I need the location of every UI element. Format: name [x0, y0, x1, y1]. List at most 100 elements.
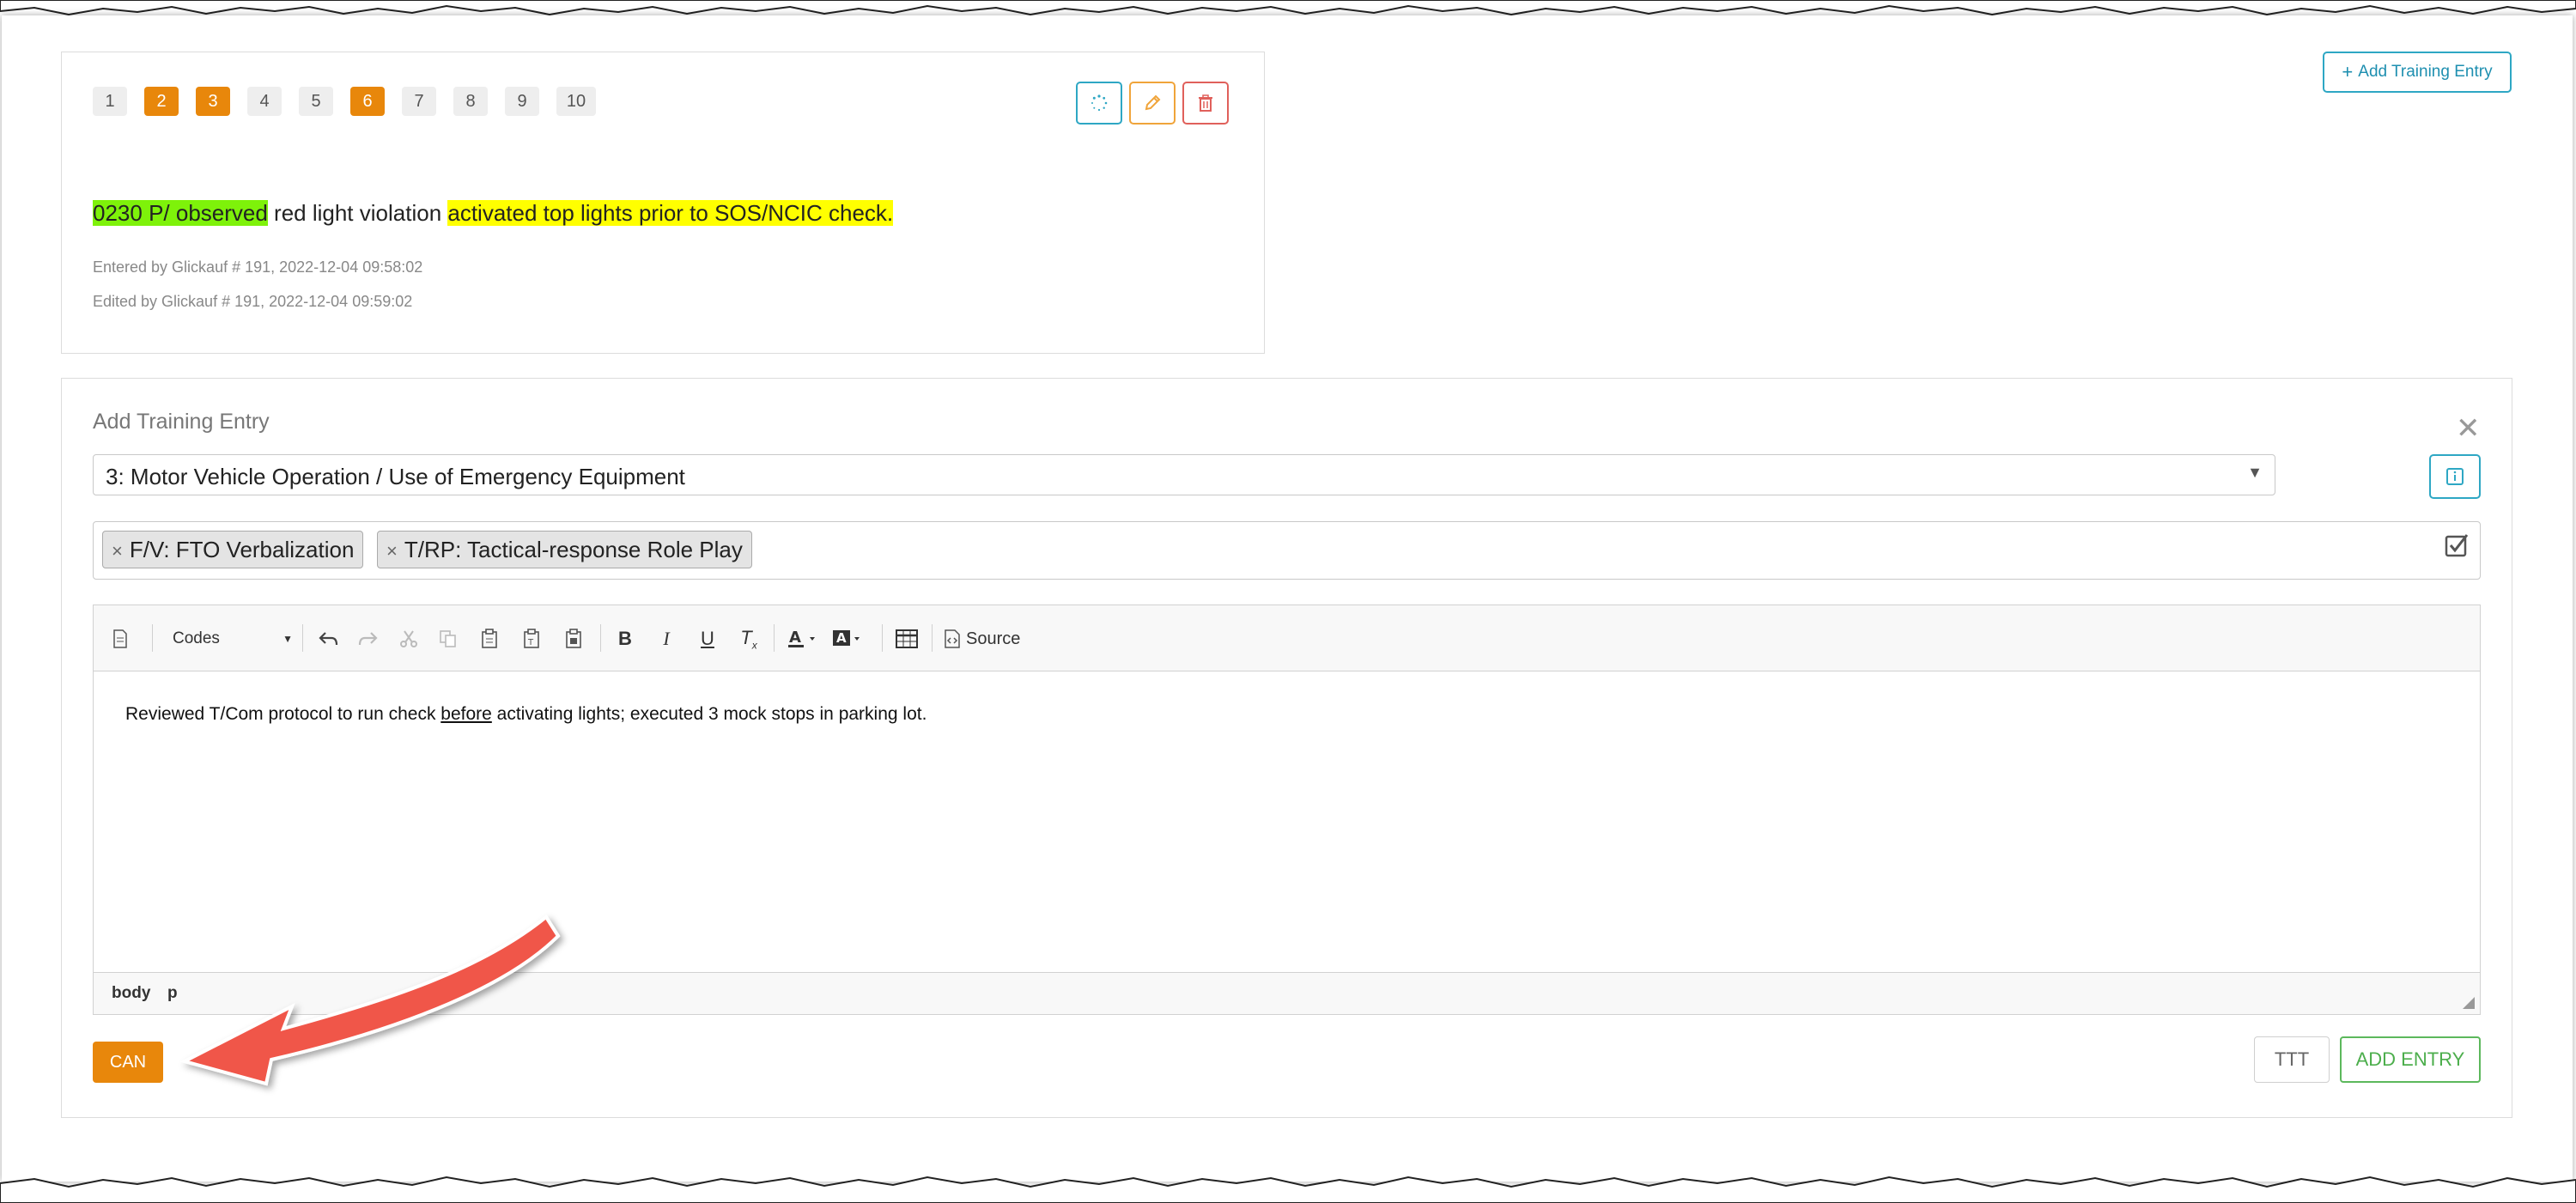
undo-button[interactable]	[315, 624, 341, 653]
info-button[interactable]	[2429, 454, 2481, 499]
table-button[interactable]	[894, 624, 920, 653]
highlight-green-text: 0230 P/ observed	[93, 200, 268, 226]
refresh-button[interactable]	[1076, 82, 1122, 125]
ttt-button[interactable]: TTT	[2254, 1036, 2330, 1083]
undo-icon	[319, 632, 338, 646]
paste-text-icon: T	[524, 629, 539, 648]
cut-button[interactable]	[396, 624, 422, 653]
rating-10[interactable]: 10	[556, 87, 596, 116]
rating-4[interactable]: 4	[247, 87, 282, 116]
add-training-entry-label: Add Training Entry	[2358, 63, 2493, 81]
delete-button[interactable]	[1182, 82, 1229, 125]
format-dropdown-value: Codes	[173, 629, 220, 647]
entered-by-meta: Entered by Glickauf # 191, 2022-12-04 09…	[93, 258, 423, 276]
training-entry-card: 1 2 3 4 5 6 7 8 9 10 0230 P/ observed re…	[61, 52, 1265, 354]
edit-button[interactable]	[1129, 82, 1176, 125]
rating-2[interactable]: 2	[144, 87, 179, 116]
torn-edge-bottom	[0, 1176, 2576, 1203]
toolbar-separator	[152, 624, 153, 652]
remove-tag-icon[interactable]: ×	[386, 540, 398, 562]
svg-text:T: T	[527, 638, 534, 647]
text-color-icon: A	[788, 629, 815, 647]
category-selected-value: 3: Motor Vehicle Operation / Use of Emer…	[106, 464, 685, 489]
caret-down-icon: ▼	[283, 633, 293, 645]
tag-fto-verbalization: × F/V: FTO Verbalization	[102, 531, 364, 568]
add-entry-button[interactable]: ADD ENTRY	[2340, 1036, 2481, 1083]
redo-button[interactable]	[355, 624, 381, 653]
source-button[interactable]: Source	[944, 624, 1038, 653]
plain-text: red light violation	[267, 200, 448, 226]
underline-icon: U	[701, 628, 714, 649]
trash-icon	[1199, 94, 1212, 112]
rating-5[interactable]: 5	[299, 87, 333, 116]
info-icon	[2446, 468, 2464, 485]
scissors-icon	[400, 630, 417, 647]
entry-actions	[1076, 82, 1229, 125]
checkbox-icon[interactable]	[2444, 532, 2470, 558]
source-icon	[945, 629, 960, 648]
editor-status-bar: body p	[94, 972, 2480, 1014]
toolbar-separator	[600, 624, 601, 652]
rich-text-editor: Codes ▼ T B I U Tx A A Source Reviewed T…	[93, 605, 2481, 1015]
toolbar-separator	[302, 624, 303, 652]
editor-toolbar: Codes ▼ T B I U Tx A A Source	[94, 605, 2480, 671]
pencil-icon	[1145, 94, 1161, 111]
paste-button[interactable]	[477, 624, 502, 653]
table-icon	[896, 629, 918, 648]
rating-6[interactable]: 6	[350, 87, 385, 116]
svg-text:A: A	[789, 629, 801, 647]
category-select[interactable]: 3: Motor Vehicle Operation / Use of Emer…	[93, 454, 2275, 495]
editor-underlined-text: before	[440, 704, 492, 724]
element-path-p[interactable]: p	[167, 984, 178, 1003]
remove-format-icon: Tx	[740, 626, 757, 652]
paste-word-icon	[566, 629, 581, 648]
text-color-button[interactable]: A	[786, 624, 823, 653]
tags-input[interactable]: × F/V: FTO Verbalization × T/RP: Tactical-…	[93, 521, 2481, 580]
paste-text-button[interactable]: T	[519, 624, 544, 653]
add-training-entry-button[interactable]: + Add Training Entry	[2323, 52, 2512, 93]
document-icon	[113, 629, 127, 648]
close-icon[interactable]: ✕	[2456, 411, 2481, 446]
clipboard-icon	[482, 629, 497, 648]
rating-scale: 1 2 3 4 5 6 7 8 9 10	[93, 87, 596, 116]
remove-tag-icon[interactable]: ×	[112, 540, 123, 562]
editor-text: activating lights; executed 3 mock stops…	[491, 704, 927, 724]
panel-title: Add Training Entry	[93, 410, 270, 434]
edited-by-meta: Edited by Glickauf # 191, 2022-12-04 09:…	[93, 293, 413, 310]
editor-text: Reviewed T/Com protocol to run check	[125, 704, 441, 724]
tag-label: T/RP: Tactical-response Role Play	[404, 537, 743, 562]
bold-icon: B	[618, 628, 632, 649]
bold-button[interactable]: B	[612, 624, 638, 653]
redo-icon	[358, 632, 378, 646]
tag-tactical-response: × T/RP: Tactical-response Role Play	[377, 531, 752, 568]
rating-7[interactable]: 7	[402, 87, 436, 116]
svg-text:A: A	[836, 630, 847, 646]
background-color-icon: A	[833, 630, 860, 646]
chevron-down-icon: ▼	[2247, 464, 2263, 481]
rating-9[interactable]: 9	[505, 87, 539, 116]
copy-icon	[440, 630, 456, 647]
source-label: Source	[966, 629, 1021, 648]
new-page-button[interactable]	[109, 624, 131, 653]
copy-button[interactable]	[435, 624, 461, 653]
editor-content[interactable]: Reviewed T/Com protocol to run check bef…	[125, 704, 927, 725]
cancel-button[interactable]: CAN	[93, 1042, 163, 1083]
paste-word-button[interactable]	[561, 624, 586, 653]
rating-8[interactable]: 8	[453, 87, 488, 116]
underline-button[interactable]: U	[695, 624, 720, 653]
entry-text: 0230 P/ observed red light violation act…	[93, 200, 894, 227]
italic-icon: I	[663, 628, 670, 649]
resize-handle-icon[interactable]	[2461, 995, 2475, 1009]
format-dropdown[interactable]: Codes ▼	[164, 624, 293, 653]
toolbar-separator	[774, 624, 775, 652]
italic-button[interactable]: I	[653, 624, 679, 653]
rating-3[interactable]: 3	[196, 87, 230, 116]
background-color-button[interactable]: A	[830, 624, 868, 653]
toolbar-separator	[882, 624, 883, 652]
remove-format-button[interactable]: Tx	[736, 624, 762, 653]
plus-icon: +	[2342, 61, 2354, 82]
element-path-body[interactable]: body	[112, 984, 150, 1003]
highlight-yellow-text: activated top lights prior to SOS/NCIC c…	[447, 200, 894, 226]
tag-label: F/V: FTO Verbalization	[129, 537, 355, 562]
rating-1[interactable]: 1	[93, 87, 127, 116]
